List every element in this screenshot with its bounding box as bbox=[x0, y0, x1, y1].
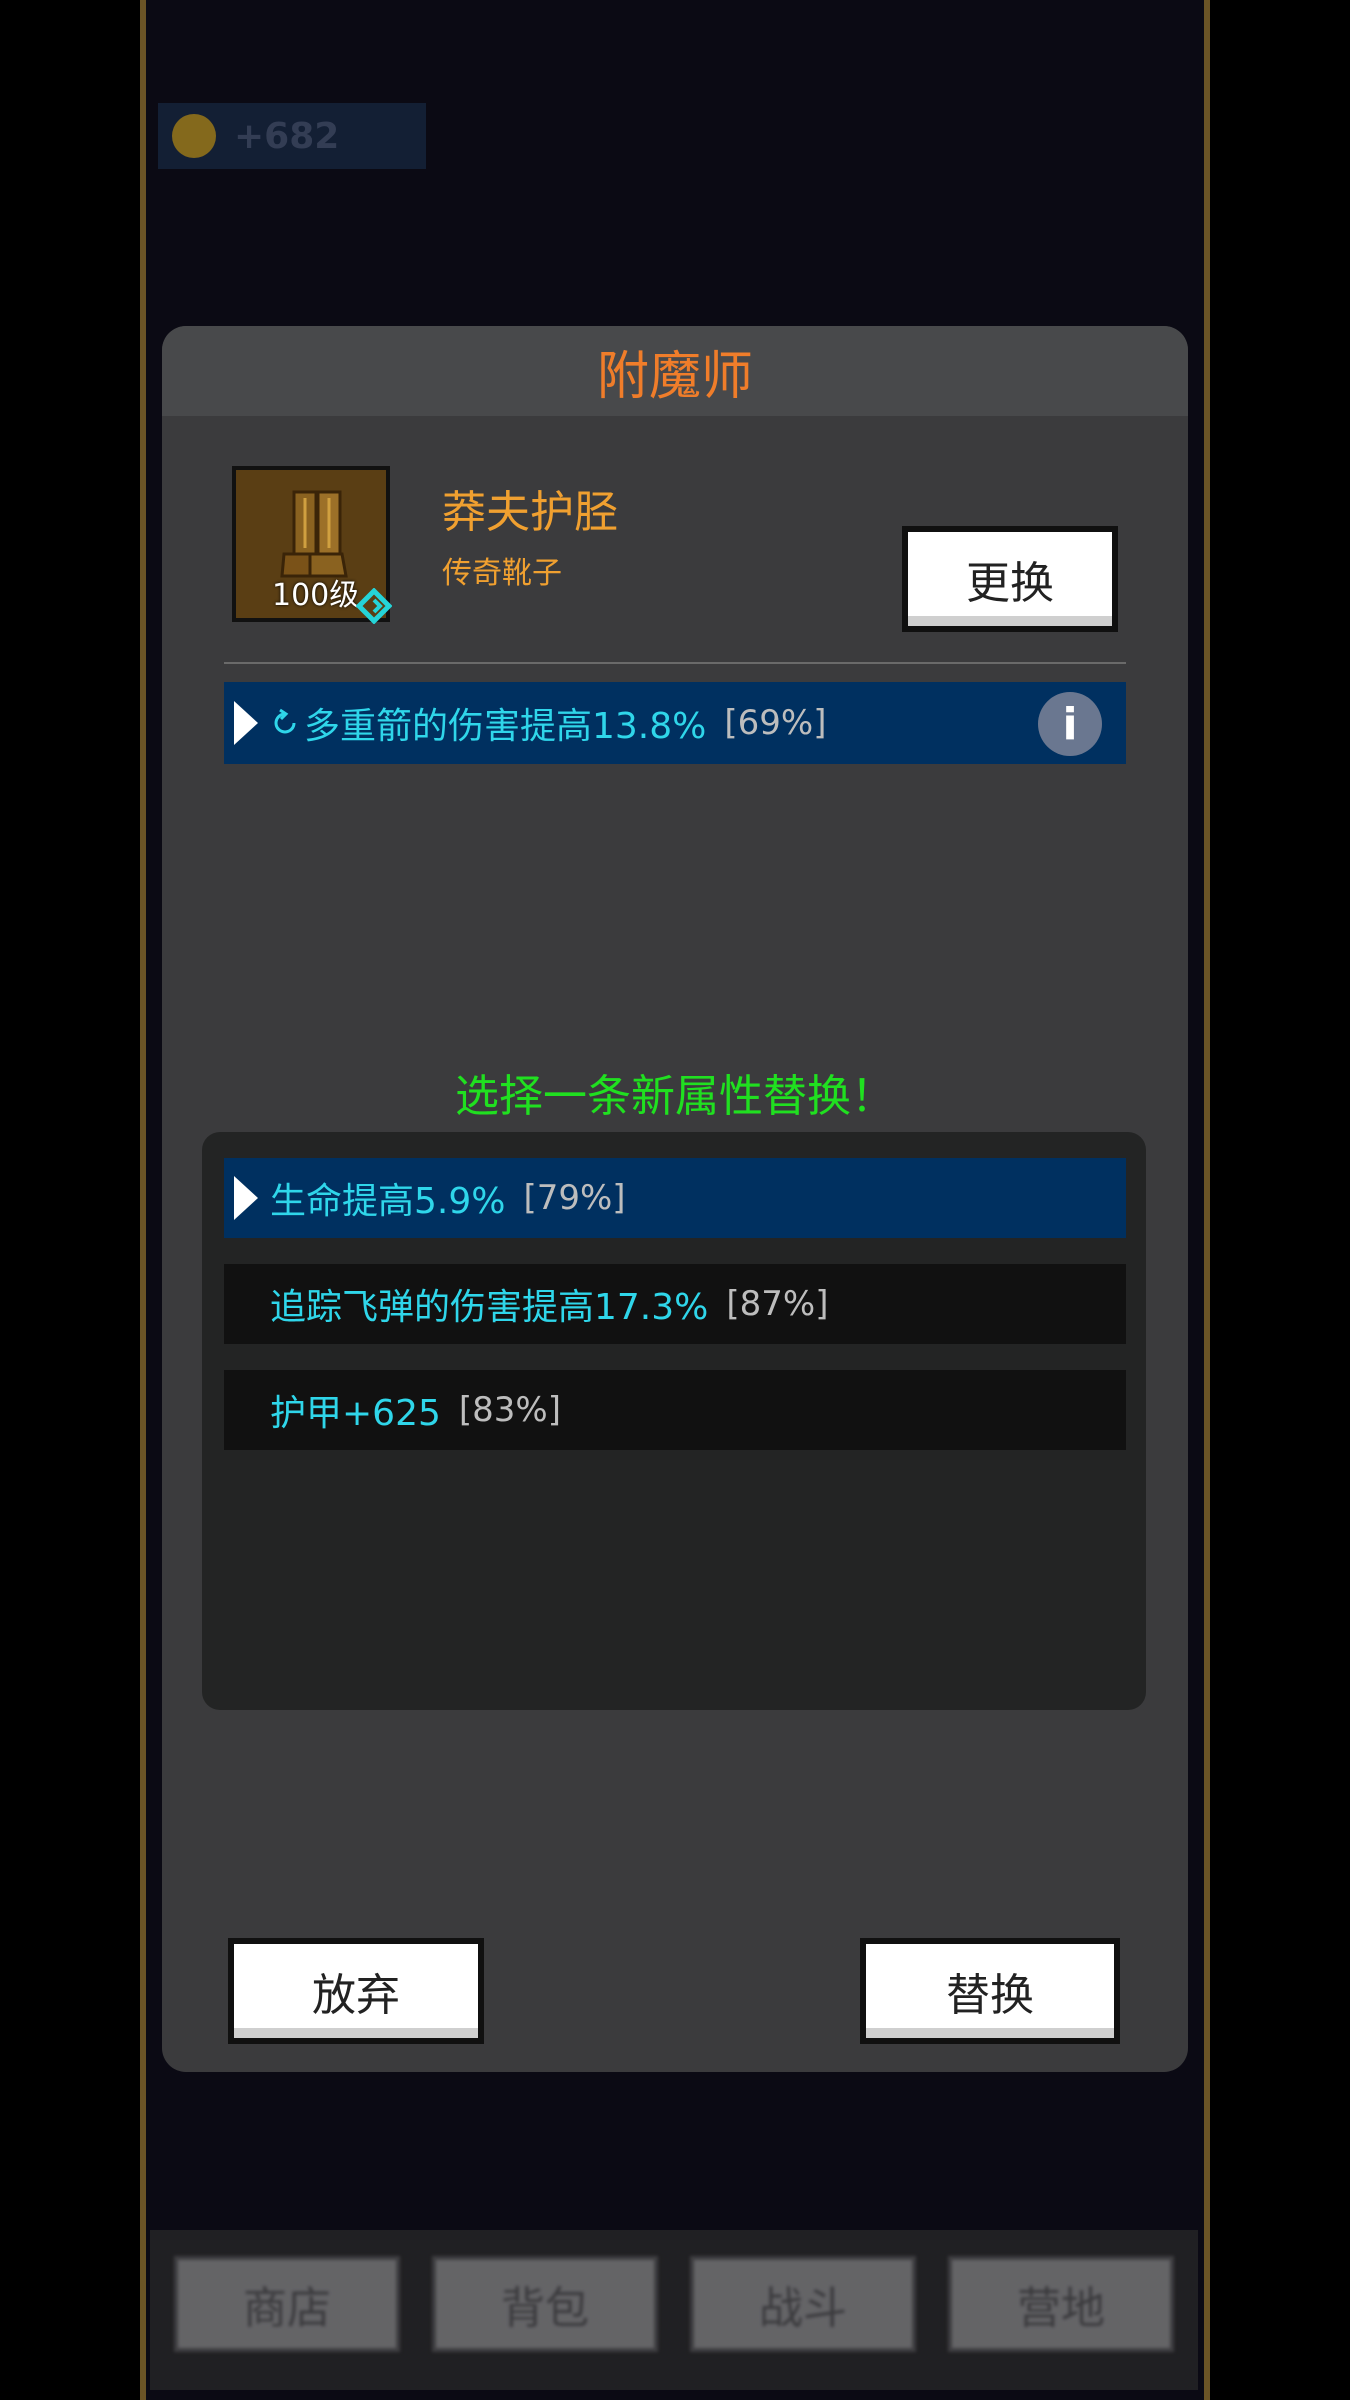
tab-battle[interactable]: 战斗 bbox=[690, 2256, 916, 2352]
option-percent: [79%] bbox=[523, 1178, 626, 1218]
current-attribute-percent: [69%] bbox=[724, 703, 827, 743]
divider bbox=[224, 662, 1126, 664]
change-item-button[interactable]: 更换 bbox=[902, 526, 1118, 632]
legendary-rarity-icon bbox=[356, 588, 392, 624]
enchanter-dialog: 附魔师 100级 莽夫护胫 传奇靴子 更换 多重箭的伤害提高13.8% [69%… bbox=[162, 326, 1188, 2072]
abandon-button[interactable]: 放弃 bbox=[228, 1938, 484, 2044]
tab-shop[interactable]: 商店 bbox=[174, 2256, 400, 2352]
replace-prompt: 选择一条新属性替换！ bbox=[455, 1071, 895, 1122]
selection-arrow-icon bbox=[234, 701, 258, 745]
option-percent: [87%] bbox=[726, 1284, 829, 1324]
tab-camp[interactable]: 营地 bbox=[948, 2256, 1174, 2352]
selection-arrow-icon bbox=[234, 1176, 258, 1220]
info-icon[interactable]: i bbox=[1038, 692, 1102, 756]
option-text: 生命提高5.9% bbox=[270, 1181, 506, 1222]
dialog-title: 附魔师 bbox=[596, 346, 753, 407]
current-attribute-row[interactable]: 多重箭的伤害提高13.8% [69%] i bbox=[224, 682, 1126, 764]
gold-coin-icon bbox=[172, 114, 216, 158]
item-slot[interactable]: 100级 bbox=[232, 466, 392, 624]
item-name: 莽夫护胫 bbox=[442, 487, 618, 538]
item-level: 100级 bbox=[272, 578, 360, 613]
option-text: 护甲+625 bbox=[270, 1393, 441, 1434]
options-list: 生命提高5.9% [79%] 追踪飞弹的伤害提高17.3% [87%] 护甲+6… bbox=[202, 1132, 1146, 1710]
bottom-nav: 商店 背包 战斗 营地 bbox=[150, 2230, 1198, 2390]
reroll-icon bbox=[274, 708, 296, 734]
coin-amount: +682 bbox=[234, 115, 340, 157]
option-row-2[interactable]: 追踪飞弹的伤害提高17.3% [87%] bbox=[224, 1264, 1126, 1344]
option-row-3[interactable]: 护甲+625 [83%] bbox=[224, 1370, 1126, 1450]
tab-backpack[interactable]: 背包 bbox=[432, 2256, 658, 2352]
option-text: 追踪飞弹的伤害提高17.3% bbox=[270, 1287, 709, 1328]
dialog-header: 附魔师 bbox=[162, 326, 1188, 416]
current-attribute-text: 多重箭的伤害提高13.8% bbox=[304, 706, 707, 747]
item-type: 传奇靴子 bbox=[442, 556, 562, 591]
option-percent: [83%] bbox=[458, 1390, 561, 1430]
replace-button[interactable]: 替换 bbox=[860, 1938, 1120, 2044]
coin-counter: +682 bbox=[158, 103, 426, 169]
option-row-1[interactable]: 生命提高5.9% [79%] bbox=[224, 1158, 1126, 1238]
